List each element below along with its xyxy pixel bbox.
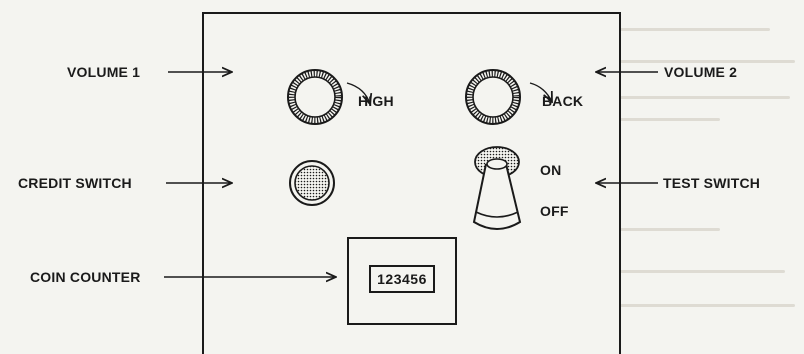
coin-counter-box: 123456 (347, 237, 457, 325)
credit-switch-button[interactable] (289, 160, 335, 206)
on-label: ON (540, 162, 562, 178)
coin-counter-display: 123456 (369, 265, 435, 293)
credit-switch-label: CREDIT SWITCH (18, 175, 132, 191)
high-label: HIGH (358, 93, 394, 109)
panel-diagram: VOLUME 1 VOLUME 2 CREDIT SWITCH TEST SWI… (0, 0, 804, 354)
volume1-knob[interactable] (287, 69, 343, 125)
test-toggle-switch[interactable] (472, 146, 522, 230)
volume2-label: VOLUME 2 (664, 64, 738, 80)
volume2-knob[interactable] (465, 69, 521, 125)
volume1-label: VOLUME 1 (67, 64, 141, 80)
off-label: OFF (540, 203, 569, 219)
test-switch-label: TEST SWITCH (663, 175, 761, 191)
coin-counter-label: COIN COUNTER (30, 269, 141, 285)
back-label: BACK (542, 93, 584, 109)
